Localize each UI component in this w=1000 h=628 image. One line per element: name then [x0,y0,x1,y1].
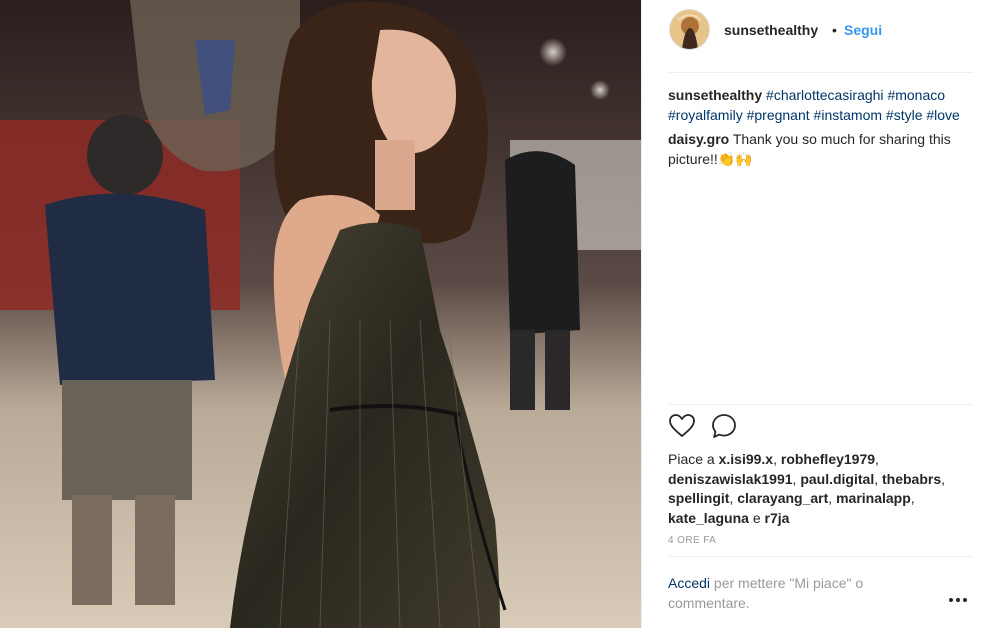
likes-prefix: Piace a [668,451,715,467]
avatar-image [670,10,709,49]
avatar[interactable] [669,9,710,50]
comment-username[interactable]: daisy.gro [668,131,729,147]
hashtag-link[interactable]: #pregnant [747,107,810,123]
likes-list: Piace a x.isi99.x, robhefley1979, denisz… [668,451,945,526]
heart-icon[interactable] [668,412,696,442]
divider [668,72,973,73]
login-prompt: Accedi per mettere "Mi piace" o commenta… [668,573,928,613]
divider [668,404,973,405]
liker-username[interactable]: kate_laguna [668,510,749,526]
hashtag-link[interactable]: #royalfamily [668,107,743,123]
divider [668,556,973,557]
hashtag-link[interactable]: #instamom [814,107,882,123]
liker-username[interactable]: clarayang_art [737,490,828,506]
post-author-username[interactable]: sunsethealthy [724,22,818,38]
comments-list: sunsethealthy #charlottecasiraghi #monac… [668,86,968,169]
login-link[interactable]: Accedi [668,575,710,591]
caption-comment: sunsethealthy #charlottecasiraghi #monac… [668,86,968,125]
hashtag-link[interactable]: #style [886,107,923,123]
comment-username[interactable]: sunsethealthy [668,87,762,103]
liker-username[interactable]: deniszawislak1991 [668,471,793,487]
hashtag-link[interactable]: #love [926,107,959,123]
liker-username[interactable]: marinalapp [836,490,911,506]
separator-dot: • [832,22,837,38]
liker-username[interactable]: spellingit [668,490,729,506]
liker-username[interactable]: x.isi99.x [719,451,774,467]
liker-username[interactable]: paul.digital [800,471,874,487]
likes-and-word: e [752,509,761,526]
comment-icon[interactable] [710,412,738,442]
post-timestamp: 4 ORE FA [668,535,717,546]
user-comment: daisy.gro Thank you so much for sharing … [668,130,968,169]
hashtag-link[interactable]: #monaco [887,87,945,103]
post-photo [0,0,641,628]
post-header: sunsethealthy • Segui [642,0,1000,72]
liker-username[interactable]: robhefley1979 [781,451,875,467]
post-sidebar: sunsethealthy • Segui sunsethealthy #cha… [641,0,1000,628]
liker-username[interactable]: r7ja [765,510,790,526]
more-options-icon[interactable] [948,590,968,610]
post-photo-image [0,0,641,628]
follow-button[interactable]: Segui [844,22,882,38]
hashtag-link[interactable]: #charlottecasiraghi [766,87,884,103]
liker-username[interactable]: thebabrs [882,471,941,487]
